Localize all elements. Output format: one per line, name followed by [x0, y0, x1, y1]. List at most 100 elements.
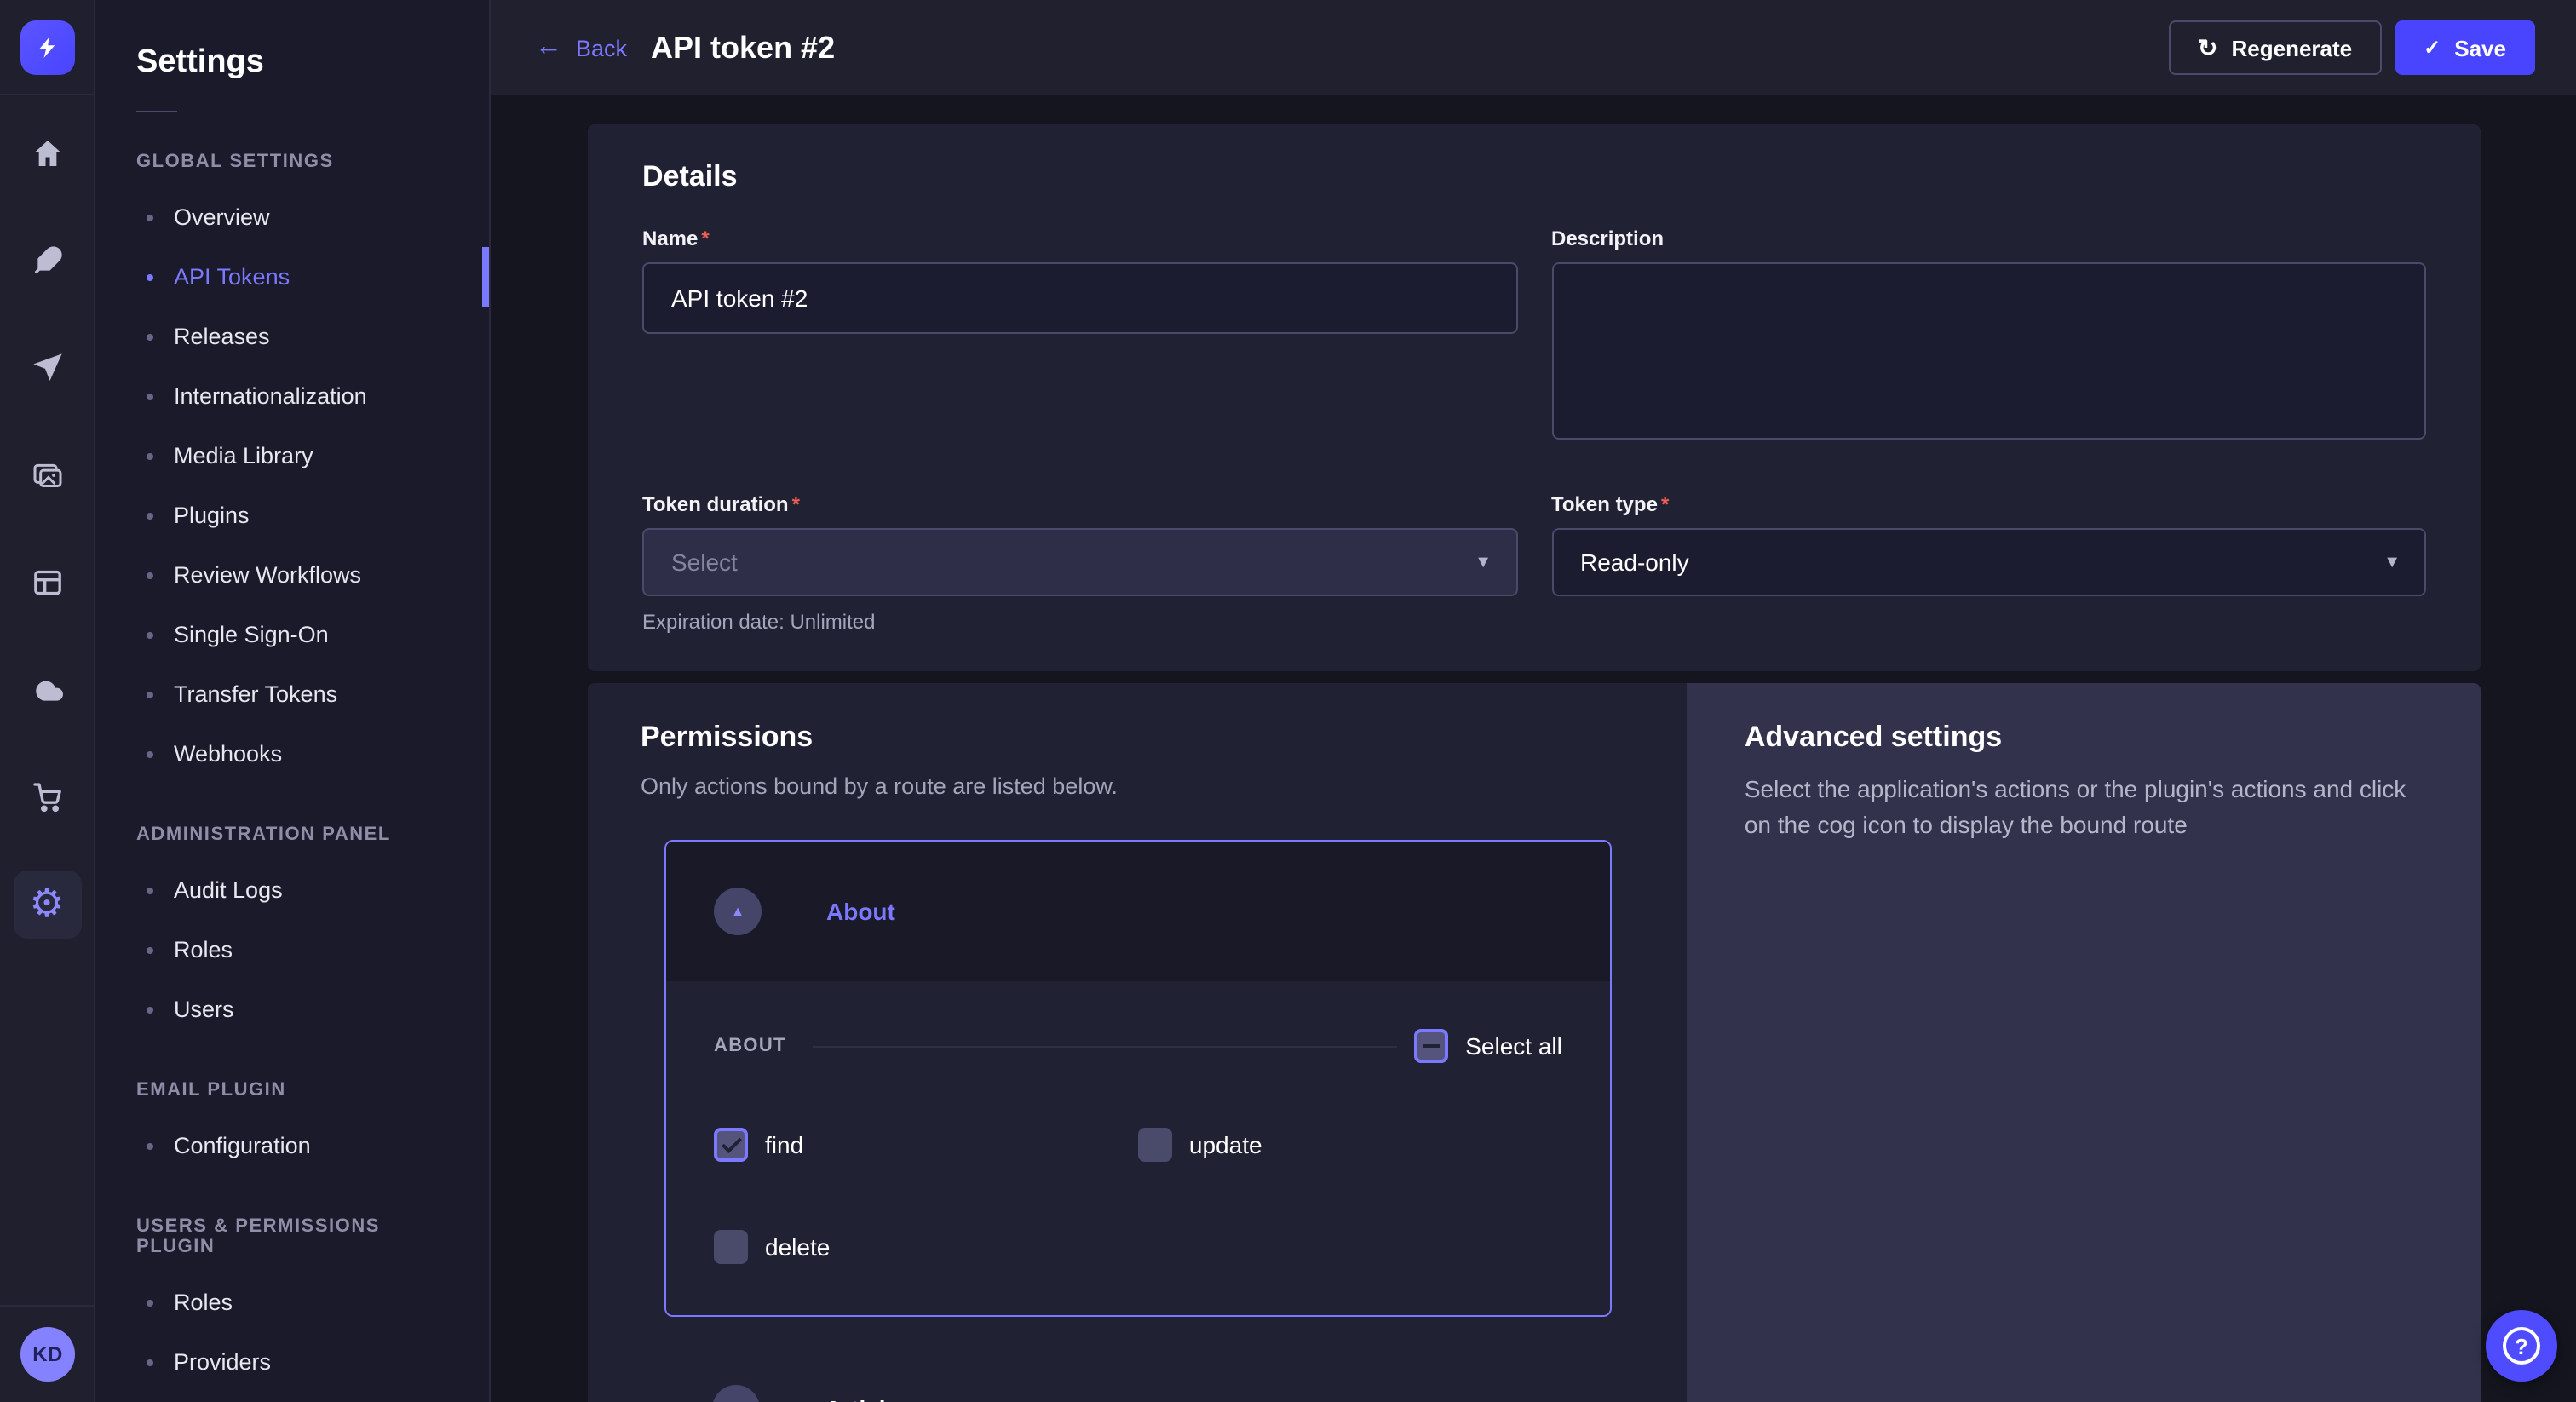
strapi-logo[interactable] [20, 20, 74, 74]
layout-icon[interactable] [13, 549, 81, 617]
content-scroll-area[interactable]: Details Name Description Token duration … [491, 95, 2576, 1402]
sidebar-item-review-workflows[interactable]: Review Workflows [95, 545, 489, 605]
find-label: find [765, 1131, 803, 1158]
user-avatar[interactable]: KD [20, 1327, 75, 1382]
chevron-down-icon: ▼ [1475, 553, 1492, 572]
select-all-checkbox[interactable] [1414, 1029, 1448, 1063]
about-accordion-label: About [826, 898, 895, 925]
sidebar-item-admin-roles[interactable]: Roles [95, 920, 489, 980]
bullet-icon [147, 333, 153, 340]
bullet-icon [147, 1359, 153, 1365]
about-section-label: ABOUT [714, 1036, 786, 1056]
about-accordion-body: ABOUT Select all find [666, 981, 1610, 1315]
expand-toggle-icon[interactable]: ▼ [712, 1385, 760, 1402]
cloud-icon[interactable] [13, 656, 81, 724]
help-button[interactable]: ? [2486, 1310, 2557, 1382]
sidebar-item-up-providers[interactable]: Providers [95, 1332, 489, 1392]
action-find: find [714, 1128, 1138, 1162]
feather-icon[interactable] [13, 227, 81, 295]
action-checkbox-grid: find update delete [714, 1128, 1562, 1264]
find-checkbox[interactable] [714, 1128, 748, 1162]
bullet-icon [147, 1006, 153, 1013]
cart-icon[interactable] [13, 763, 81, 831]
delete-checkbox[interactable] [714, 1230, 748, 1264]
bullet-icon [147, 512, 153, 519]
description-label: Description [1551, 227, 2426, 250]
about-accordion: ▲ About ABOUT Select all [664, 840, 1612, 1317]
description-textarea[interactable] [1551, 262, 2426, 440]
nav-group-users-permissions-plugin: USERS & PERMISSIONS PLUGIN [95, 1216, 489, 1257]
save-button[interactable]: ✓ Save [2395, 20, 2535, 75]
bullet-icon [147, 452, 153, 459]
nav-group-global-settings: GLOBAL SETTINGS [95, 152, 489, 172]
chevron-down-icon: ▼ [2383, 553, 2401, 572]
strapi-admin-app: ⚙ KD Settings GLOBAL SETTINGS Overview A… [0, 0, 2576, 1402]
token-type-field-group: Token type Read-only ▼ [1551, 492, 2426, 634]
token-duration-label: Token duration [642, 492, 1517, 516]
sidebar-item-admin-users[interactable]: Users [95, 980, 489, 1039]
sidebar-item-plugins[interactable]: Plugins [95, 486, 489, 545]
main-area: ← Back API token #2 ↻ Regenerate ✓ Save … [491, 0, 2576, 1402]
back-link[interactable]: ← Back [535, 34, 627, 61]
name-field-group: Name [642, 227, 1517, 448]
logo-container [0, 0, 95, 95]
sidebar-item-single-sign-on[interactable]: Single Sign-On [95, 605, 489, 664]
token-duration-value: Select [671, 549, 738, 576]
sidebar-item-up-roles[interactable]: Roles [95, 1273, 489, 1332]
token-type-select[interactable]: Read-only ▼ [1551, 528, 2426, 596]
collapse-toggle-icon[interactable]: ▲ [714, 888, 762, 935]
article-accordion-label: Article [825, 1395, 899, 1402]
about-accordion-header[interactable]: ▲ About [666, 842, 1610, 981]
settings-subnav: Settings GLOBAL SETTINGS Overview API To… [95, 0, 491, 1402]
bullet-icon [147, 887, 153, 893]
gear-icon[interactable]: ⚙ [13, 871, 81, 939]
images-icon[interactable] [13, 441, 81, 509]
sidebar-item-email-configuration[interactable]: Configuration [95, 1116, 489, 1175]
page-header: ← Back API token #2 ↻ Regenerate ✓ Save [491, 0, 2576, 95]
nav-list-email: Configuration [95, 1116, 489, 1175]
token-duration-helper: Expiration date: Unlimited [642, 610, 1517, 634]
token-duration-select[interactable]: Select ▼ [642, 528, 1517, 596]
action-update: update [1138, 1128, 1562, 1162]
sidebar-item-webhooks[interactable]: Webhooks [95, 724, 489, 784]
refresh-icon: ↻ [2198, 36, 2217, 60]
home-icon[interactable] [13, 119, 81, 187]
sidebar-item-media-library[interactable]: Media Library [95, 426, 489, 486]
permissions-card: Permissions Only actions bound by a rout… [588, 683, 1687, 1402]
section-divider [814, 1045, 1397, 1047]
name-input[interactable] [642, 262, 1517, 334]
sidebar-item-internationalization[interactable]: Internationalization [95, 366, 489, 426]
select-all-control: Select all [1414, 1029, 1562, 1063]
nav-list-users-permissions: Roles Providers [95, 1273, 489, 1392]
sidebar-item-transfer-tokens[interactable]: Transfer Tokens [95, 664, 489, 724]
nav-group-email-plugin: EMAIL PLUGIN [95, 1080, 489, 1100]
rail-icon-nav: ⚙ [13, 119, 81, 939]
article-accordion-header[interactable]: ▼ Article [664, 1361, 1612, 1402]
update-label: update [1189, 1131, 1262, 1158]
action-delete: delete [714, 1230, 1138, 1264]
advanced-settings-title: Advanced settings [1745, 721, 2423, 755]
advanced-settings-panel: Advanced settings Select the application… [1687, 683, 2481, 1402]
bullet-icon [147, 691, 153, 698]
question-mark-icon: ? [2503, 1327, 2540, 1365]
update-checkbox[interactable] [1138, 1128, 1172, 1162]
sidebar-item-api-tokens[interactable]: API Tokens [95, 247, 489, 307]
bullet-icon [147, 572, 153, 578]
sidebar-item-audit-logs[interactable]: Audit Logs [95, 860, 489, 920]
strapi-logo-icon [32, 32, 62, 62]
main-nav-rail: ⚙ KD [0, 0, 95, 1402]
back-label: Back [576, 35, 627, 60]
header-actions: ↻ Regenerate ✓ Save [2169, 20, 2535, 75]
advanced-settings-description: Select the application's actions or the … [1745, 772, 2409, 843]
send-icon[interactable] [13, 334, 81, 402]
sidebar-item-overview[interactable]: Overview [95, 187, 489, 247]
token-type-label: Token type [1551, 492, 2426, 516]
bullet-icon [147, 750, 153, 757]
bullet-icon [147, 946, 153, 953]
sidebar-item-releases[interactable]: Releases [95, 307, 489, 366]
regenerate-button[interactable]: ↻ Regenerate [2169, 20, 2381, 75]
save-label: Save [2454, 35, 2506, 60]
nav-list-admin: Audit Logs Roles Users [95, 860, 489, 1039]
bullet-icon [147, 1142, 153, 1149]
nav-group-administration-panel: ADMINISTRATION PANEL [95, 825, 489, 845]
